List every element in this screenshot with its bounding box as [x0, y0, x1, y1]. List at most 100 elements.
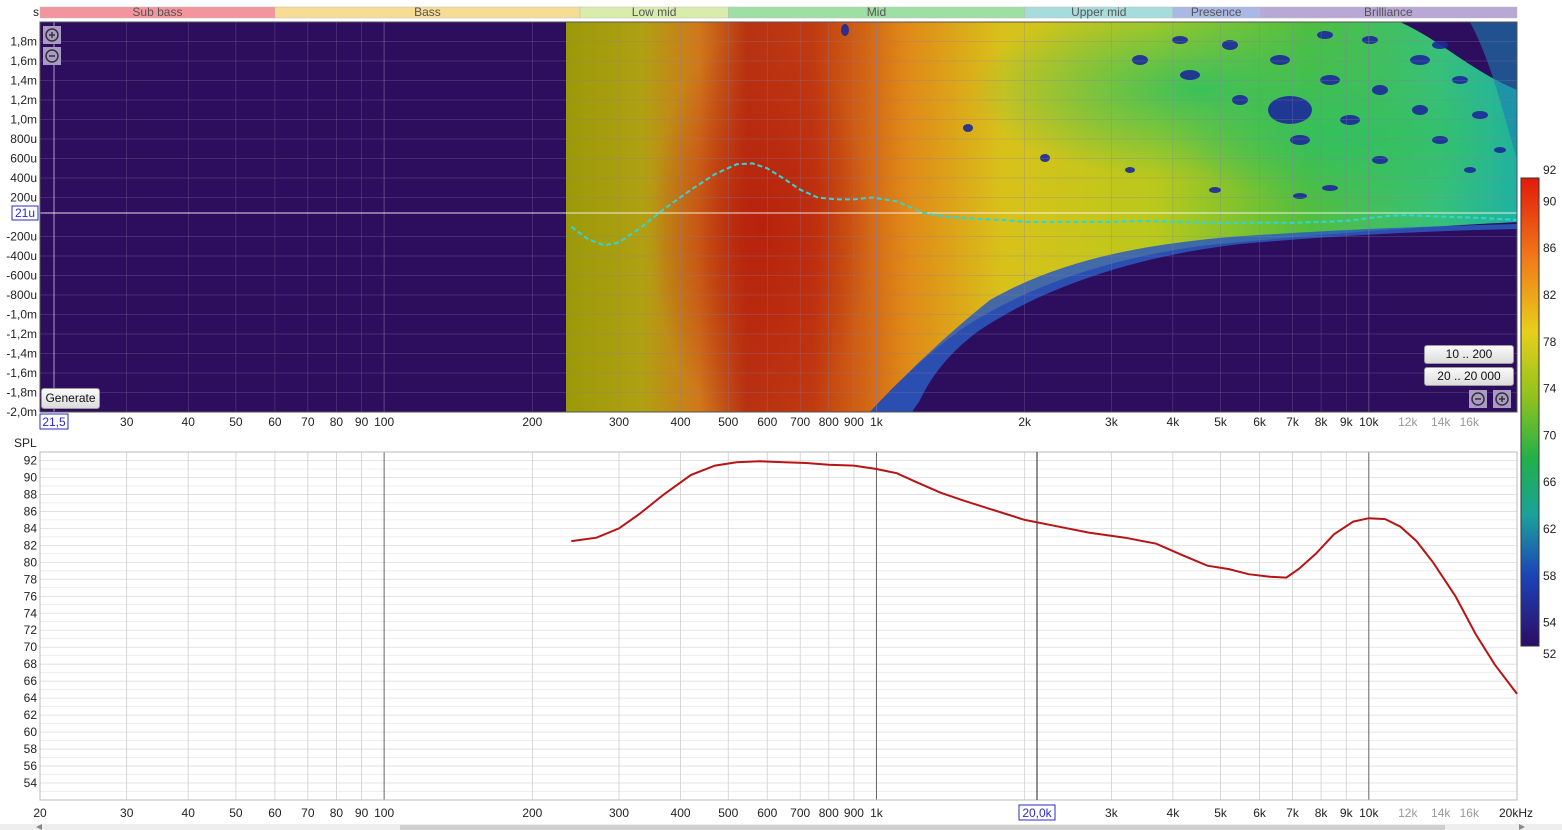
- spectrogram-x-tick-label: 8k: [1315, 415, 1329, 429]
- spl-x-tick-label: 8k: [1315, 806, 1329, 820]
- spectrogram-x-tick-label: 200: [522, 415, 542, 429]
- spectrogram-heatmap: [566, 22, 1517, 412]
- range-10-200-button[interactable]: 10 .. 200: [1424, 345, 1514, 364]
- spectrogram-x-tick-label: 1k: [870, 415, 884, 429]
- spectrogram-x-tick-label: 40: [182, 415, 196, 429]
- colorbar-tick-label: 86: [1543, 241, 1557, 255]
- spl-y-ticks: 92 90 88 86 84 82 80 78 76 74 72 70 68 66 64 62 60 58 56 54: [24, 453, 38, 790]
- spl-x-tick-label: 80: [330, 806, 344, 820]
- spl-x-tick-label: 16k: [1460, 806, 1480, 820]
- spectrogram-null: [1322, 185, 1338, 191]
- colorbar-tick-label: 62: [1543, 522, 1557, 536]
- colorbar-tick-label: 90: [1543, 194, 1557, 208]
- spl-y-tick-label: 92: [24, 453, 38, 467]
- spectrogram-x-tick-label: 30: [120, 415, 134, 429]
- zoom-in-horizontal-icon[interactable]: [1493, 390, 1511, 408]
- colorbar-tick-label: 92: [1543, 163, 1557, 177]
- spectrogram-y-tick-label: -600u: [6, 269, 37, 283]
- spectrogram-null: [1372, 85, 1388, 95]
- colorbar-tick-label: 78: [1543, 335, 1557, 349]
- spl-y-tick-label: 78: [24, 572, 38, 586]
- spectrogram-y-tick-label: 1,2m: [10, 93, 37, 107]
- spl-y-tick-label: 54: [24, 776, 38, 790]
- band-label: Low mid: [632, 5, 677, 19]
- spectrogram-null: [1412, 105, 1428, 115]
- spectrogram-x-tick-label: 50: [229, 415, 243, 429]
- spectrogram-null: [1464, 167, 1476, 173]
- colorbar-tick-label: 54: [1543, 616, 1557, 630]
- spl-y-tick-label: 90: [24, 470, 38, 484]
- spl-y-tick-label: 66: [24, 674, 38, 688]
- spl-x-tick-label: 60: [268, 806, 282, 820]
- spectrogram-null: [1209, 187, 1221, 193]
- spl-x-tick-label: 14k: [1431, 806, 1451, 820]
- spectrogram-null: [1340, 115, 1360, 125]
- spectrogram-x-tick-label: 10k: [1359, 415, 1379, 429]
- spl-x-tick-label: 1k: [870, 806, 884, 820]
- generate-button[interactable]: Generate: [41, 388, 100, 409]
- band-label: Brilliance: [1364, 5, 1413, 19]
- spectrogram-y-tick-label: -1,2m: [6, 327, 37, 341]
- spectrogram-null: [1180, 70, 1200, 80]
- spectrogram-y-tick-label: 400u: [10, 171, 37, 185]
- range-20-20000-button[interactable]: 20 .. 20 000: [1424, 367, 1514, 386]
- spectrogram-x-tick-label: 5k: [1214, 415, 1228, 429]
- colorbar-tick-label: 52: [1543, 647, 1557, 661]
- zoom-in-vertical-icon[interactable]: [43, 26, 61, 44]
- colorbar-gradient: [1520, 177, 1540, 647]
- colorbar-tick-label: 66: [1543, 475, 1557, 489]
- spectrogram-x-tick-label: 600: [757, 415, 777, 429]
- horizontal-scrollbar[interactable]: [0, 824, 1562, 830]
- scrollbar-thumb[interactable]: [400, 825, 1445, 830]
- spl-x-ticks: 20 30 40 50 60 70 80 90 100 200 300 400 500 600 700 800…: [33, 806, 1533, 820]
- band-label: Bass: [414, 5, 441, 19]
- spl-x-tick-label: 20: [33, 806, 47, 820]
- spectrogram-x-tick-label: 7k: [1286, 415, 1300, 429]
- spectrogram-y-tick-label: -200u: [6, 230, 37, 244]
- zoom-out-vertical-icon[interactable]: [43, 47, 61, 65]
- spl-x-tick-label: 6k: [1253, 806, 1267, 820]
- zoom-out-horizontal-icon[interactable]: [1469, 390, 1487, 408]
- spectrogram-null: [1320, 75, 1340, 85]
- spectrogram-x-tick-label: 60: [268, 415, 282, 429]
- spectrogram-x-tick-label: 700: [790, 415, 810, 429]
- spectrogram-null: [1452, 76, 1468, 84]
- spectrogram-null: [1494, 147, 1506, 153]
- spl-x-tick-label: 90: [355, 806, 369, 820]
- spl-cursor-x-label: 20,0k: [1022, 806, 1052, 820]
- colorbar-tick-label: 58: [1543, 569, 1557, 583]
- spl-x-tick-label: 70: [301, 806, 315, 820]
- spl-x-tick-label: 10k: [1359, 806, 1379, 820]
- spl-y-tick-label: 88: [24, 487, 38, 501]
- spectrogram-y-tick-label: -1,4m: [6, 347, 37, 361]
- band-label: Presence: [1191, 5, 1242, 19]
- frequency-band-header: Sub bass Bass Low mid Mid Upper mid Presence B…: [39, 5, 1518, 19]
- spl-y-tick-label: 70: [24, 640, 38, 654]
- spectrogram-null: [1317, 31, 1333, 39]
- colorbar: 92 90 86 82 78 74 70 66 62 58 54 52: [1520, 163, 1557, 661]
- spectrogram-y-tick-label: -1,0m: [6, 308, 37, 322]
- spectrogram-null: [1270, 55, 1290, 65]
- spectrogram-y-tick-label: 800u: [10, 132, 37, 146]
- spectrogram-null: [1432, 136, 1448, 144]
- spectrogram-y-tick-label: 200u: [10, 191, 37, 205]
- spectrogram-x-tick-label: 16k: [1460, 415, 1480, 429]
- spl-x-tick-label: 12k: [1398, 806, 1418, 820]
- spl-y-tick-label: 64: [24, 691, 38, 705]
- spl-x-tick-label: 200: [522, 806, 542, 820]
- spl-background: [40, 452, 1517, 800]
- main-chart-canvas: s Sub bass Bass Low mid Mid Upper mid Presenc…: [0, 5, 1562, 830]
- spl-x-tick-label: 300: [609, 806, 629, 820]
- spectrogram-x-tick-label: 3k: [1105, 415, 1119, 429]
- spectrogram-y-tick-label: -800u: [6, 288, 37, 302]
- spectrogram-null: [1132, 55, 1148, 65]
- spl-x-tick-label: 900: [844, 806, 864, 820]
- spl-y-tick-label: 84: [24, 521, 38, 535]
- spectrogram-y-tick-label: -400u: [6, 249, 37, 263]
- spl-y-tick-label: 60: [24, 725, 38, 739]
- spectrogram-null: [1290, 135, 1310, 145]
- spectrogram-x-tick-label: 9k: [1340, 415, 1354, 429]
- spectrogram-y-tick-label: 1,4m: [10, 74, 37, 88]
- spl-y-tick-label: 74: [24, 606, 38, 620]
- spectrogram-null: [1472, 111, 1488, 119]
